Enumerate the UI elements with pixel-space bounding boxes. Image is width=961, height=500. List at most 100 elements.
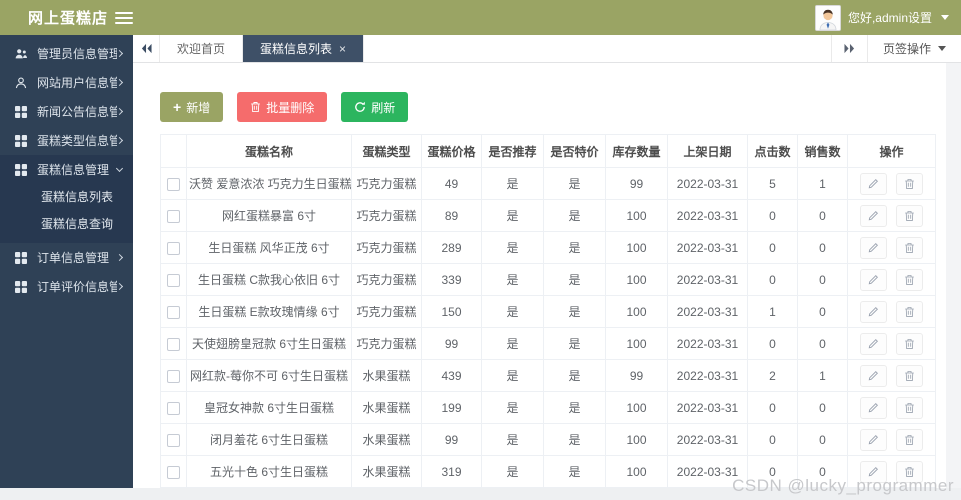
edit-button[interactable]: [859, 460, 887, 483]
sidebar-item-cake-info[interactable]: 蛋糕信息管理: [0, 155, 133, 184]
delete-button[interactable]: [896, 364, 924, 387]
tabs-scroll-right-button[interactable]: [830, 35, 867, 62]
sidebar-item-label: 蛋糕类型信息管理: [37, 134, 117, 148]
delete-button[interactable]: [896, 204, 924, 227]
sidebar-subitem-cake-list[interactable]: 蛋糕信息列表: [0, 184, 133, 211]
header-price: 蛋糕价格: [421, 134, 482, 168]
delete-button[interactable]: [896, 460, 924, 483]
delete-button[interactable]: [896, 172, 924, 195]
row-checkbox[interactable]: [167, 241, 180, 255]
chevron-right-icon: [115, 136, 124, 145]
tab-close-icon[interactable]: ×: [339, 42, 346, 56]
table-row: 皇冠女神款 6寸生日蛋糕 水果蛋糕 199 是 是 100 2022-03-31…: [160, 391, 936, 424]
delete-button[interactable]: [896, 268, 924, 291]
cell-recommend: 是: [481, 263, 544, 296]
app-window: 网上蛋糕店 您好,admin设置 管理员信息管理 网站用户信息管 新闻公告信息管…: [0, 0, 961, 500]
cell-sales: 0: [797, 295, 848, 328]
cell-special: 是: [543, 327, 606, 360]
pencil-icon: [868, 403, 878, 413]
cell-sales: 0: [797, 391, 848, 424]
refresh-label: 刷新: [371, 100, 396, 115]
grid-icon: [15, 163, 27, 176]
cell-sales: 0: [797, 199, 848, 232]
table-row: 沃赞 爱意浓浓 巧克力生日蛋糕 巧克力蛋糕 49 是 是 99 2022-03-…: [160, 167, 936, 200]
row-checkbox[interactable]: [167, 433, 180, 447]
toolbar: + 新增 批量删除 刷新: [160, 92, 935, 122]
edit-button[interactable]: [859, 172, 887, 195]
cell-stock: 100: [605, 423, 668, 456]
row-checkbox[interactable]: [167, 401, 180, 415]
sidebar-item-news[interactable]: 新闻公告信息管理: [0, 97, 133, 126]
cell-actions: [847, 199, 936, 232]
cell-cake-type: 巧克力蛋糕: [351, 327, 422, 360]
tab-cake-list[interactable]: 蛋糕信息列表 ×: [243, 35, 365, 62]
pencil-icon: [868, 467, 878, 477]
header-sales: 销售数: [797, 134, 848, 168]
edit-button[interactable]: [859, 236, 887, 259]
topbar-user-area[interactable]: 您好,admin设置: [814, 4, 961, 31]
sidebar-item-orders[interactable]: 订单信息管理: [0, 243, 133, 272]
sidebar-item-cake-types[interactable]: 蛋糕类型信息管理: [0, 126, 133, 155]
cake-table: 蛋糕名称 蛋糕类型 蛋糕价格 是否推荐 是否特价 库存数量 上架日期 点击数 销…: [160, 134, 936, 488]
row-checkbox[interactable]: [167, 337, 180, 351]
cell-cake-name: 五光十色 6寸生日蛋糕: [186, 455, 352, 488]
tab-operations-label: 页签操作: [882, 42, 931, 56]
cell-price: 339: [421, 263, 482, 296]
edit-button[interactable]: [859, 428, 887, 451]
row-checkbox[interactable]: [167, 273, 180, 287]
sidebar-subitem-cake-query[interactable]: 蛋糕信息查询: [0, 211, 133, 238]
user-icon: [15, 77, 27, 88]
delete-button[interactable]: [896, 396, 924, 419]
tab-operations-dropdown[interactable]: 页签操作: [866, 35, 961, 62]
cell-clicks: 2: [747, 359, 798, 392]
row-checkbox[interactable]: [167, 305, 180, 319]
sidebar-item-site-users[interactable]: 网站用户信息管理: [0, 68, 133, 97]
cell-sales: 1: [797, 359, 848, 392]
delete-button[interactable]: [896, 236, 924, 259]
chevron-right-icon: [115, 282, 124, 291]
hamburger-menu-icon[interactable]: [115, 11, 133, 24]
row-checkbox[interactable]: [167, 369, 180, 383]
row-checkbox[interactable]: [167, 209, 180, 223]
cell-clicks: 0: [747, 199, 798, 232]
edit-button[interactable]: [859, 332, 887, 355]
cell-clicks: 0: [747, 423, 798, 456]
cell-cake-type: 水果蛋糕: [351, 391, 422, 424]
row-checkbox[interactable]: [167, 177, 180, 191]
cell-cake-name: 网红蛋糕暴富 6寸: [186, 199, 352, 232]
delete-button[interactable]: [896, 300, 924, 323]
cell-cake-name: 生日蛋糕 E款玫瑰情缘 6寸: [186, 295, 352, 328]
cell-price: 199: [421, 391, 482, 424]
cell-cake-name: 沃赞 爱意浓浓 巧克力生日蛋糕: [186, 167, 352, 200]
sidebar-item-order-reviews[interactable]: 订单评价信息管理: [0, 272, 133, 301]
table-row: 网红款-莓你不可 6寸生日蛋糕 水果蛋糕 439 是 是 99 2022-03-…: [160, 359, 936, 392]
delete-button[interactable]: [896, 332, 924, 355]
tab-welcome[interactable]: 欢迎首页: [160, 35, 244, 62]
cell-date: 2022-03-31: [667, 199, 748, 232]
cell-clicks: 0: [747, 231, 798, 264]
table-header: 蛋糕名称 蛋糕类型 蛋糕价格 是否推荐 是否特价 库存数量 上架日期 点击数 销…: [160, 134, 936, 168]
cell-sales: 0: [797, 263, 848, 296]
grid-icon: [15, 134, 27, 147]
sidebar-item-label: 订单评价信息管理: [37, 280, 117, 294]
refresh-button[interactable]: 刷新: [341, 92, 409, 122]
cell-cake-type: 水果蛋糕: [351, 423, 422, 456]
add-button[interactable]: + 新增: [160, 92, 224, 122]
cell-special: 是: [543, 263, 606, 296]
row-checkbox[interactable]: [167, 465, 180, 479]
delete-button[interactable]: [896, 428, 924, 451]
table-row: 生日蛋糕 风华正茂 6寸 巧克力蛋糕 289 是 是 100 2022-03-3…: [160, 231, 936, 264]
sidebar-item-admin-info[interactable]: 管理员信息管理: [0, 39, 133, 68]
edit-button[interactable]: [859, 204, 887, 227]
batch-delete-button[interactable]: 批量删除: [237, 92, 328, 122]
cell-actions: [847, 231, 936, 264]
header-checkbox: [160, 134, 187, 168]
cell-special: 是: [543, 423, 606, 456]
edit-button[interactable]: [859, 300, 887, 323]
cell-clicks: 1: [747, 295, 798, 328]
tabs-scroll-left-button[interactable]: [133, 35, 160, 62]
cell-date: 2022-03-31: [667, 423, 748, 456]
edit-button[interactable]: [859, 268, 887, 291]
edit-button[interactable]: [859, 364, 887, 387]
edit-button[interactable]: [859, 396, 887, 419]
